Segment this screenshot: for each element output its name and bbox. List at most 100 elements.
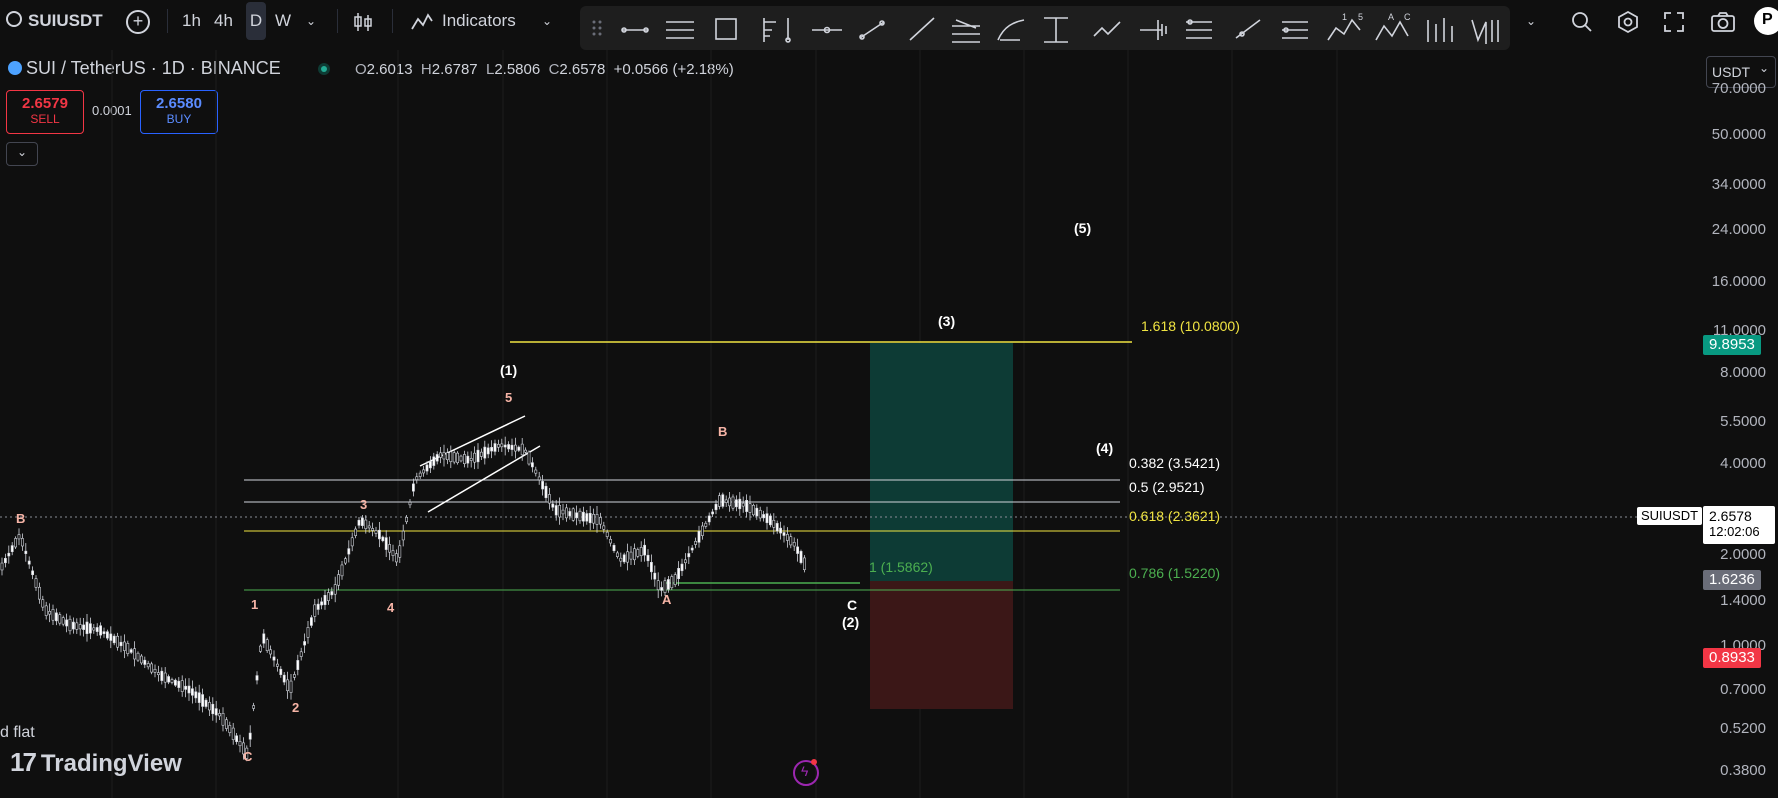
- candle-body: [677, 567, 681, 580]
- candle-body: [211, 703, 215, 715]
- candle-body: [442, 452, 446, 460]
- wave-label-primary-1[interactable]: (1): [500, 362, 517, 378]
- candle-body: [694, 541, 698, 545]
- candle-body: [785, 534, 789, 541]
- candle-body: [27, 560, 31, 565]
- candle-body: [554, 505, 558, 516]
- candle-body: [350, 537, 354, 547]
- candle-body: [75, 622, 79, 630]
- wave-label-b-left[interactable]: B: [16, 511, 25, 526]
- wave-label-5[interactable]: 5: [505, 390, 512, 405]
- axis-label: 0.7000: [1720, 681, 1766, 698]
- flash-quick-button[interactable]: ϟ: [793, 759, 819, 786]
- last-price-tag[interactable]: 2.6578 12:02:06: [1703, 506, 1775, 544]
- indicators-chevron-down-icon[interactable]: ⌄: [542, 0, 552, 42]
- candle-body: [95, 627, 99, 632]
- chart-canvas[interactable]: [0, 50, 1700, 798]
- publish-avatar-button[interactable]: P: [1754, 7, 1778, 35]
- candle-body: [486, 447, 490, 455]
- candle-body: [745, 500, 749, 512]
- interval-w[interactable]: W: [275, 0, 291, 42]
- wave-label-primary-3[interactable]: (3): [938, 313, 955, 329]
- symbol-price-tag[interactable]: SUIUSDT: [1637, 507, 1703, 525]
- wave-label-4[interactable]: 4: [387, 600, 394, 615]
- axis-label: 70.0000: [1711, 80, 1766, 97]
- candle-body: [68, 618, 72, 632]
- candle-body: [177, 680, 181, 688]
- wave-label-2[interactable]: 2: [292, 700, 299, 715]
- more-chevron-down-icon[interactable]: ⌄: [1526, 0, 1536, 42]
- candle-body: [544, 485, 548, 499]
- candle-body: [225, 719, 228, 729]
- candle-body: [7, 552, 11, 557]
- candle-body: [72, 621, 75, 630]
- interval-d-active[interactable]: D: [246, 2, 266, 40]
- candle-body: [779, 527, 783, 534]
- candle-body: [479, 451, 483, 457]
- candle-body: [323, 594, 327, 606]
- fullscreen-button[interactable]: [1663, 0, 1685, 42]
- candles-icon: [354, 12, 372, 31]
- fib-0382-label: 0.382 (3.5421): [1129, 455, 1221, 471]
- indicators-icon: [411, 12, 433, 29]
- symbol-name: SUIUSDT: [28, 11, 103, 30]
- candle-body: [133, 648, 137, 660]
- candle-body: [704, 522, 708, 527]
- symbol-search-button[interactable]: SUIUSDT: [6, 0, 103, 42]
- interval-4h[interactable]: 4h: [214, 0, 233, 42]
- compare-add-button[interactable]: +: [126, 0, 150, 42]
- wave-label-b[interactable]: B: [718, 424, 727, 439]
- wave-label-c[interactable]: C: [847, 597, 857, 613]
- candle-body: [401, 530, 405, 541]
- chart-type-button[interactable]: [352, 0, 374, 42]
- candle-body: [615, 552, 619, 557]
- hexagon-gear-icon: [1618, 10, 1638, 33]
- candle-body: [174, 679, 177, 686]
- candle-body: [643, 544, 647, 556]
- axis-label: 34.0000: [1711, 176, 1766, 193]
- candle-body: [54, 612, 58, 622]
- note-text: d flat: [0, 724, 35, 741]
- indicators-button[interactable]: Indicators: [410, 0, 516, 42]
- candle-body: [275, 663, 279, 667]
- stop-price-tag[interactable]: 0.8933: [1703, 648, 1761, 668]
- candle-body: [609, 539, 613, 544]
- candle-body: [48, 611, 52, 615]
- settings-button[interactable]: [1616, 0, 1640, 42]
- wave-label-a[interactable]: A: [662, 592, 671, 607]
- entry-price-tag[interactable]: 1.6236: [1703, 570, 1761, 590]
- candle-body: [537, 476, 541, 481]
- wave-label-primary-4[interactable]: (4): [1096, 440, 1113, 456]
- long-position-target-zone[interactable]: [870, 343, 1013, 581]
- separator: [167, 9, 168, 33]
- price-axis[interactable]: USDT ⌄ 70.0000 50.0000 34.0000 24.0000 1…: [1700, 50, 1778, 798]
- interval-chevron-down-icon[interactable]: ⌄: [306, 0, 316, 42]
- candle-body: [439, 452, 443, 458]
- separator: [392, 9, 393, 33]
- candle-body: [258, 645, 262, 652]
- candle-body: [564, 507, 568, 519]
- target-price-tag[interactable]: 9.8953: [1703, 335, 1761, 355]
- candle-body: [775, 523, 779, 532]
- candle-body: [303, 641, 307, 646]
- interval-1h[interactable]: 1h: [182, 0, 201, 42]
- candle-body: [343, 558, 347, 564]
- wave-label-c-left[interactable]: C: [243, 749, 252, 764]
- wave-label-1[interactable]: 1: [251, 597, 258, 612]
- candle-body: [473, 452, 477, 463]
- candle-body: [34, 578, 38, 588]
- candle-body: [238, 741, 242, 747]
- candle-body: [476, 449, 480, 463]
- candle-body: [626, 551, 630, 563]
- wave-label-primary-2[interactable]: (2): [842, 614, 859, 630]
- candle-body: [622, 554, 626, 563]
- candle-body: [384, 537, 388, 550]
- snapshot-button[interactable]: [1710, 0, 1736, 42]
- wave-label-3[interactable]: 3: [360, 497, 367, 512]
- candle-body: [391, 550, 395, 556]
- candle-body: [510, 444, 514, 450]
- search-object-button[interactable]: [1570, 0, 1594, 42]
- candle-body: [265, 639, 269, 652]
- wave-label-primary-5[interactable]: (5): [1074, 220, 1091, 236]
- short-position-stop-zone[interactable]: [870, 581, 1013, 709]
